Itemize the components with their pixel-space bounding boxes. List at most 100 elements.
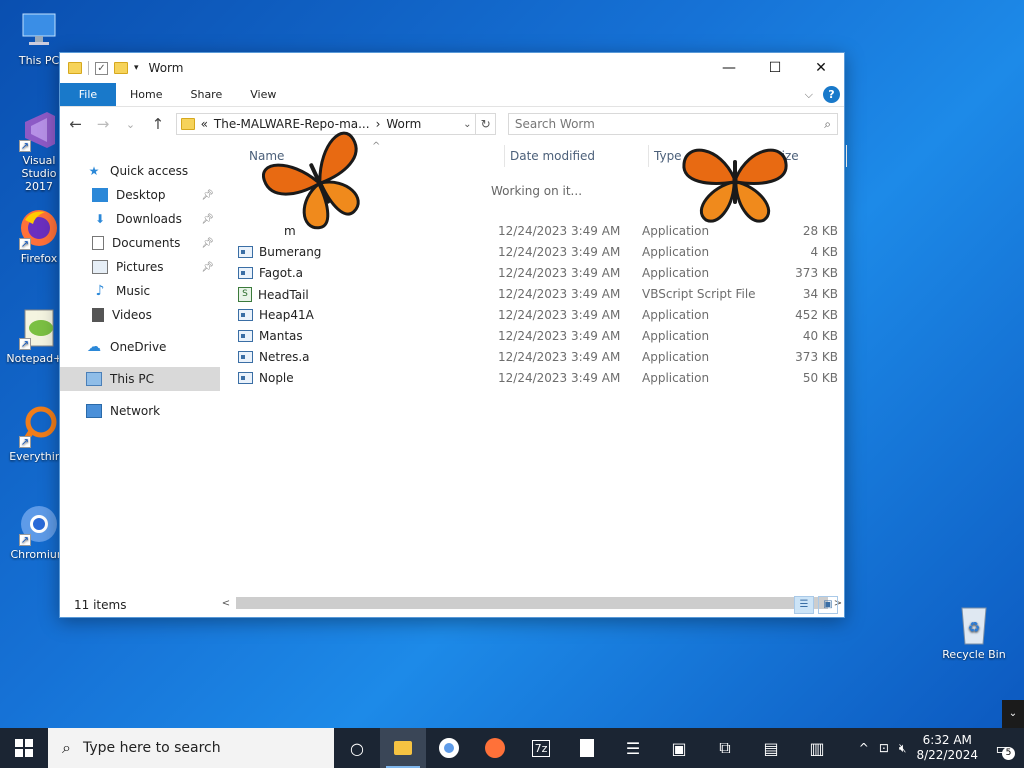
sidebar-item-network[interactable]: Network — [60, 399, 220, 423]
tab-home[interactable]: Home — [116, 83, 176, 106]
action-center-icon[interactable]: ▭ 5 — [988, 728, 1018, 768]
clock[interactable]: 6:32 AM 8/22/2024 — [916, 733, 978, 763]
separator — [88, 61, 89, 75]
table-row[interactable]: S HeadTail 12/24/2023 3:49 AM VBScript Scri… — [232, 284, 844, 305]
close-button[interactable]: ✕ — [798, 53, 844, 83]
table-row[interactable]: Fagot.a 12/24/2023 3:49 AM Application 373 … — [232, 263, 844, 284]
7zip-icon[interactable]: 7z — [518, 728, 564, 768]
file-name-cell: Bumerang — [238, 245, 321, 259]
document-icon[interactable] — [564, 728, 610, 768]
breadcrumb-current[interactable]: Worm — [386, 117, 421, 131]
everything-search-icon: ↗ — [17, 404, 61, 448]
sidebar-item-label: OneDrive — [110, 340, 167, 354]
desktop-icon-recycle-bin[interactable]: ♻ Recycle Bin — [937, 602, 1011, 661]
folder-icon — [68, 62, 82, 74]
taskbar: ⌕ Type here to search ○ 7z ☰ ▣ ⧉ ▤ ▥ ^ ⊡… — [0, 728, 1024, 768]
customize-toolbar-icon[interactable]: ▾ — [134, 63, 139, 73]
notepad-plus-plus-icon: ↗ — [17, 306, 61, 350]
navigation-pane: ★ Quick access Desktop 📌︎ ⬇ Downloads 📌︎… — [60, 141, 220, 593]
large-icons-view-icon[interactable]: ▣ — [818, 596, 838, 614]
start-button[interactable] — [0, 728, 48, 768]
properties-icon[interactable]: ✓ — [95, 61, 108, 75]
window-icon[interactable]: ▣ — [656, 728, 702, 768]
recycle-bin-icon: ♻ — [952, 602, 996, 646]
details-view-icon[interactable]: ☰ — [794, 596, 814, 614]
help-icon[interactable]: ? — [823, 86, 840, 103]
network-status-icon[interactable]: ⊡ — [879, 741, 889, 755]
back-arrow-icon[interactable]: ← — [66, 115, 85, 133]
sidebar-item-label: Documents — [112, 236, 181, 250]
up-arrow-icon[interactable]: ↑ — [148, 115, 167, 133]
table-row[interactable]: Netres.a 12/24/2023 3:49 AM Application 373… — [232, 347, 844, 368]
sidebar-item-music[interactable]: ♪ Music — [60, 279, 220, 303]
sidebar-item-pictures[interactable]: Pictures 📌︎ — [60, 255, 220, 279]
table-row[interactable]: Nople 12/24/2023 3:49 AM Application 50 KB — [232, 368, 844, 389]
package-icon[interactable]: ▤ — [748, 728, 794, 768]
file-explorer-icon[interactable] — [380, 728, 426, 768]
list-icon[interactable]: ☰ — [610, 728, 656, 768]
breadcrumb-overflow[interactable]: « — [201, 117, 208, 131]
documents-icon — [92, 236, 104, 250]
installer-icon[interactable]: ⧉ — [702, 728, 748, 768]
sidebar-item-label: Videos — [112, 308, 152, 322]
sidebar-item-label: Network — [110, 404, 161, 418]
firefox-icon[interactable] — [472, 728, 518, 768]
pin-icon: 📌︎ — [201, 261, 214, 273]
tab-file[interactable]: File — [60, 83, 116, 106]
file-size: 34 KB — [802, 287, 838, 301]
file-date: 12/24/2023 3:49 AM — [498, 266, 621, 280]
expand-ribbon-icon[interactable]: ⌵ — [805, 88, 813, 102]
file-size: 452 KB — [795, 308, 838, 322]
show-hidden-icons-chevron-icon[interactable]: ^ — [859, 741, 869, 755]
table-row[interactable]: Bumerang 12/24/2023 3:49 AM Application 4 K… — [232, 242, 844, 263]
pin-icon: 📌︎ — [201, 189, 214, 201]
refresh-icon[interactable]: ↻ — [476, 113, 496, 135]
folder-icon — [180, 118, 195, 130]
title-bar[interactable]: ✓ ▾ Worm — ☐ ✕ — [60, 53, 844, 83]
chromium-icon[interactable] — [426, 728, 472, 768]
overlay-chevron-icon[interactable]: ⌄ — [1002, 700, 1024, 728]
sidebar-item-label: Music — [116, 284, 151, 298]
archive-icon[interactable]: ▥ — [794, 728, 840, 768]
system-tray: ^ ⊡ 🔇︎ 6:32 AM 8/22/2024 ▭ 5 — [859, 728, 1024, 768]
file-size: 50 KB — [802, 371, 838, 385]
file-name: Heap41A — [259, 308, 314, 322]
volume-muted-icon[interactable]: 🔇︎ — [899, 741, 907, 756]
maximize-button[interactable]: ☐ — [752, 53, 798, 83]
sidebar-item-this-pc[interactable]: This PC — [60, 367, 220, 391]
breadcrumb-separator: › — [375, 117, 381, 131]
svg-text:♻: ♻ — [968, 620, 981, 636]
sidebar-item-onedrive[interactable]: ☁ OneDrive — [60, 335, 220, 359]
loading-status: Working on it... — [491, 184, 583, 198]
search-box[interactable]: Search Worm ⌕ — [507, 113, 838, 135]
column-date-header[interactable]: Date modified — [510, 149, 595, 163]
download-icon: ⬇ — [94, 212, 106, 226]
notification-badge: 5 — [1002, 747, 1015, 760]
sidebar-item-label: Pictures — [116, 260, 164, 274]
new-folder-icon[interactable] — [114, 62, 128, 74]
tab-view[interactable]: View — [236, 83, 290, 106]
file-name: Fagot.a — [259, 266, 303, 280]
table-row[interactable]: Heap41A 12/24/2023 3:49 AM Application 452 … — [232, 305, 844, 326]
forward-arrow-icon[interactable]: → — [93, 115, 112, 133]
file-name: Netres.a — [259, 350, 310, 364]
sidebar-item-downloads[interactable]: ⬇ Downloads 📌︎ — [60, 207, 220, 231]
sidebar-item-desktop[interactable]: Desktop 📌︎ — [60, 183, 220, 207]
recent-locations-chevron-icon[interactable]: ⌄ — [121, 118, 140, 131]
pictures-icon — [92, 260, 108, 274]
address-dropdown-icon[interactable]: ⌄ — [463, 119, 471, 130]
taskbar-search-box[interactable]: ⌕ Type here to search — [48, 728, 334, 768]
minimize-button[interactable]: — — [706, 53, 752, 83]
application-icon — [238, 267, 253, 279]
ribbon-tabs: File Home Share View ⌵ ? — [60, 83, 844, 107]
tab-share[interactable]: Share — [176, 83, 236, 106]
file-name: HeadTail — [258, 287, 309, 302]
task-view-icon[interactable]: ○ — [334, 728, 380, 768]
application-icon — [238, 372, 253, 384]
sidebar-item-documents[interactable]: Documents 📌︎ — [60, 231, 220, 255]
sidebar-item-quick-access[interactable]: ★ Quick access — [60, 159, 220, 183]
vbscript-file-icon: S — [238, 287, 252, 302]
table-row[interactable]: Mantas 12/24/2023 3:49 AM Application 40 KB — [232, 326, 844, 347]
sidebar-item-videos[interactable]: Videos — [60, 303, 220, 327]
application-icon — [238, 351, 253, 363]
